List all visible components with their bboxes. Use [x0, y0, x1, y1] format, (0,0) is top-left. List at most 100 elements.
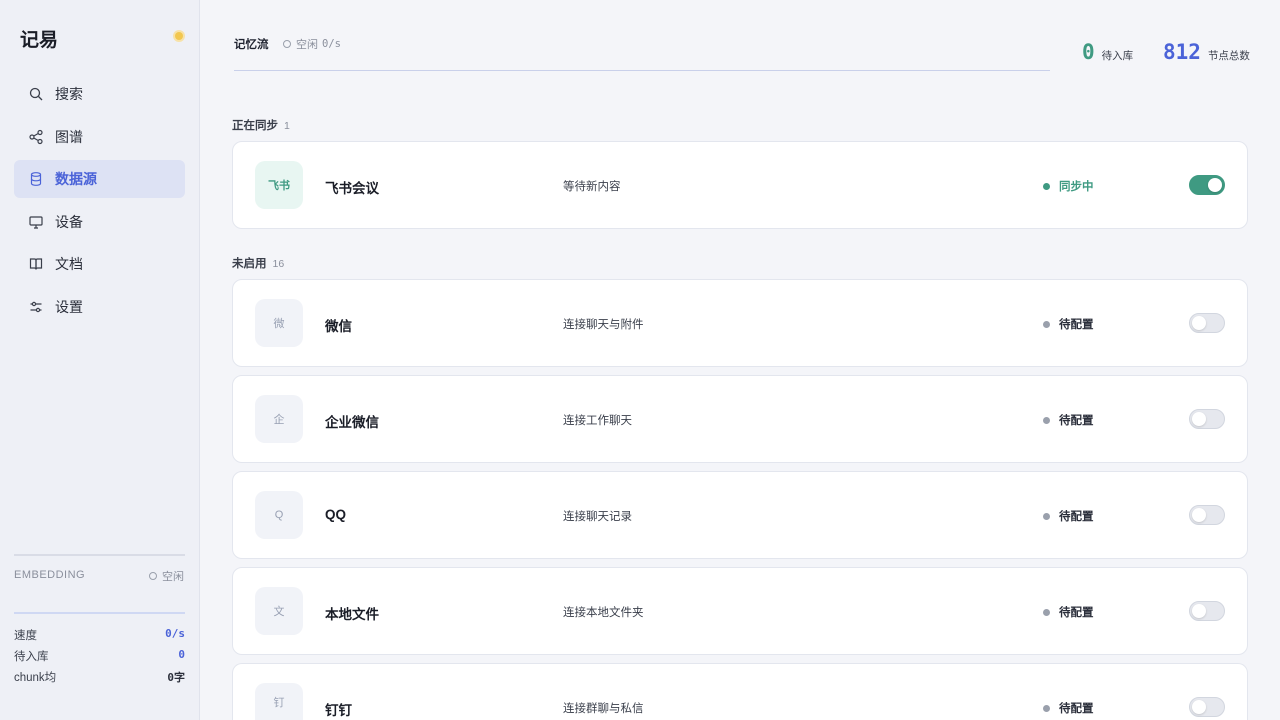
source-card-dingtalk[interactable]: 钉 钉钉 连接群聊与私信 待配置	[232, 663, 1248, 720]
sidebar-item-settings[interactable]: 设置	[14, 288, 185, 326]
stat-pending: 待入库 0	[14, 648, 185, 664]
status-text: 待配置	[1059, 511, 1094, 523]
status-rate: 0/s	[322, 38, 341, 50]
embedding-progress-bar	[14, 612, 185, 614]
stat-value: 0/s	[165, 627, 185, 640]
source-name: QQ	[325, 507, 347, 522]
source-card-wechat[interactable]: 微 微信 连接聊天与附件 待配置	[232, 279, 1248, 367]
sidebar-item-label: 数据源	[55, 171, 97, 187]
section-syncing: 正在同步 1	[232, 117, 290, 133]
status-dot-icon	[1043, 416, 1050, 424]
sidebar-item-docs[interactable]: 文档	[14, 245, 185, 283]
source-status: 待配置	[1043, 508, 1094, 524]
status-text: 待配置	[1059, 319, 1094, 331]
sidebar-item-datasource[interactable]: 数据源	[14, 160, 185, 198]
source-toggle[interactable]	[1189, 175, 1225, 195]
idle-status-icon	[283, 40, 291, 48]
status-text: 待配置	[1059, 607, 1094, 619]
app-title: 记易	[20, 30, 59, 51]
status-dot-icon	[1043, 182, 1050, 190]
toggle-knob	[1208, 178, 1222, 192]
source-desc: 连接工作聊天	[563, 415, 632, 427]
status-text: 待配置	[1059, 415, 1094, 427]
source-status: 待配置	[1043, 412, 1094, 428]
stat-label: 待入库	[14, 651, 49, 663]
section-title: 正在同步	[232, 120, 278, 132]
monitor-icon	[29, 215, 43, 229]
share-icon	[29, 129, 43, 144]
source-card-qq[interactable]: Q QQ 连接聊天记录 待配置	[232, 471, 1248, 559]
sidebar-item-graph[interactable]: 图谱	[14, 118, 185, 156]
source-toggle[interactable]	[1189, 505, 1225, 525]
main-content: 记忆流 空闲 0/s 0 待入库 812 节点总数 正在同步 1 飞书 飞书会议 …	[200, 0, 1280, 720]
sidebar-item-label: 搜索	[55, 86, 83, 102]
nodes-counter: 812 节点总数	[1163, 40, 1250, 64]
source-name: 本地文件	[325, 607, 379, 622]
stat-value: 0	[178, 648, 185, 661]
section-count: 1	[284, 120, 290, 132]
memory-stream-line	[234, 70, 1050, 71]
source-status: 待配置	[1043, 604, 1094, 620]
database-icon	[30, 172, 42, 186]
file-icon: 文	[255, 587, 303, 635]
stat-chunk-avg: chunk均 0字	[14, 669, 185, 685]
section-count: 16	[272, 258, 285, 270]
source-status: 待配置	[1043, 316, 1094, 332]
source-name: 钉钉	[325, 703, 352, 718]
wechat-icon: 微	[255, 299, 303, 347]
dingtalk-icon: 钉	[255, 683, 303, 720]
status-dot-icon	[1043, 704, 1050, 712]
status-label: 空闲	[296, 39, 318, 51]
wecom-icon: 企	[255, 395, 303, 443]
toggle-knob	[1192, 508, 1206, 522]
source-name: 微信	[325, 319, 352, 334]
memory-stream-status: 空闲 0/s	[283, 36, 341, 52]
embedding-status: 空闲	[149, 568, 184, 584]
sidebar-item-search[interactable]: 搜索	[14, 75, 185, 113]
book-icon	[29, 258, 43, 270]
feishu-icon: 飞书	[255, 161, 303, 209]
sidebar-item-label: 图谱	[55, 128, 83, 145]
stat-label: 速度	[14, 630, 37, 642]
nodes-label: 节点总数	[1207, 50, 1250, 62]
sidebar-item-label: 文档	[55, 256, 83, 272]
source-card-feishu[interactable]: 飞书 飞书会议 等待新内容 同步中	[232, 141, 1248, 229]
source-card-local-files[interactable]: 文 本地文件 连接本地文件夹 待配置	[232, 567, 1248, 655]
toggle-knob	[1192, 316, 1206, 330]
sidebar-item-label: 设置	[55, 298, 83, 315]
sidebar-divider	[14, 554, 185, 556]
memory-stream-title: 记忆流	[234, 39, 269, 51]
stat-value: 0字	[167, 671, 185, 684]
toggle-knob	[1192, 700, 1206, 714]
toggle-knob	[1192, 604, 1206, 618]
pending-label: 待入库	[1101, 50, 1134, 62]
source-desc: 连接本地文件夹	[563, 607, 644, 619]
section-disabled: 未启用 16	[232, 255, 284, 271]
source-toggle[interactable]	[1189, 601, 1225, 621]
search-icon	[29, 87, 43, 101]
source-card-wecom[interactable]: 企 企业微信 连接工作聊天 待配置	[232, 375, 1248, 463]
idle-status-icon	[149, 572, 157, 580]
sidebar: 记易 搜索 图谱 数据源 设备 文档 设置 EMBEDDING 空闲 速度 0/…	[0, 0, 200, 720]
status-dot-icon	[1043, 608, 1050, 616]
source-toggle[interactable]	[1189, 409, 1225, 429]
source-toggle[interactable]	[1189, 313, 1225, 333]
section-title: 未启用	[232, 258, 267, 270]
status-text: 同步中	[1059, 181, 1094, 193]
sidebar-nav: 搜索 图谱 数据源 设备 文档 设置	[14, 75, 185, 330]
source-status: 同步中	[1043, 178, 1094, 194]
status-text: 待配置	[1059, 703, 1094, 715]
sliders-icon	[30, 301, 42, 312]
source-name: 企业微信	[325, 415, 379, 430]
embedding-label: EMBEDDING	[14, 569, 86, 581]
sidebar-item-devices[interactable]: 设备	[14, 203, 185, 241]
source-desc: 连接聊天记录	[563, 511, 632, 523]
source-status: 待配置	[1043, 700, 1094, 716]
source-toggle[interactable]	[1189, 697, 1225, 717]
pending-counter: 0 待入库	[1082, 40, 1133, 64]
status-dot-icon	[1043, 512, 1050, 520]
theme-toggle-icon[interactable]	[175, 32, 183, 40]
stat-label: chunk均	[14, 672, 57, 684]
source-desc: 等待新内容	[563, 181, 621, 193]
status-dot-icon	[1043, 320, 1050, 328]
